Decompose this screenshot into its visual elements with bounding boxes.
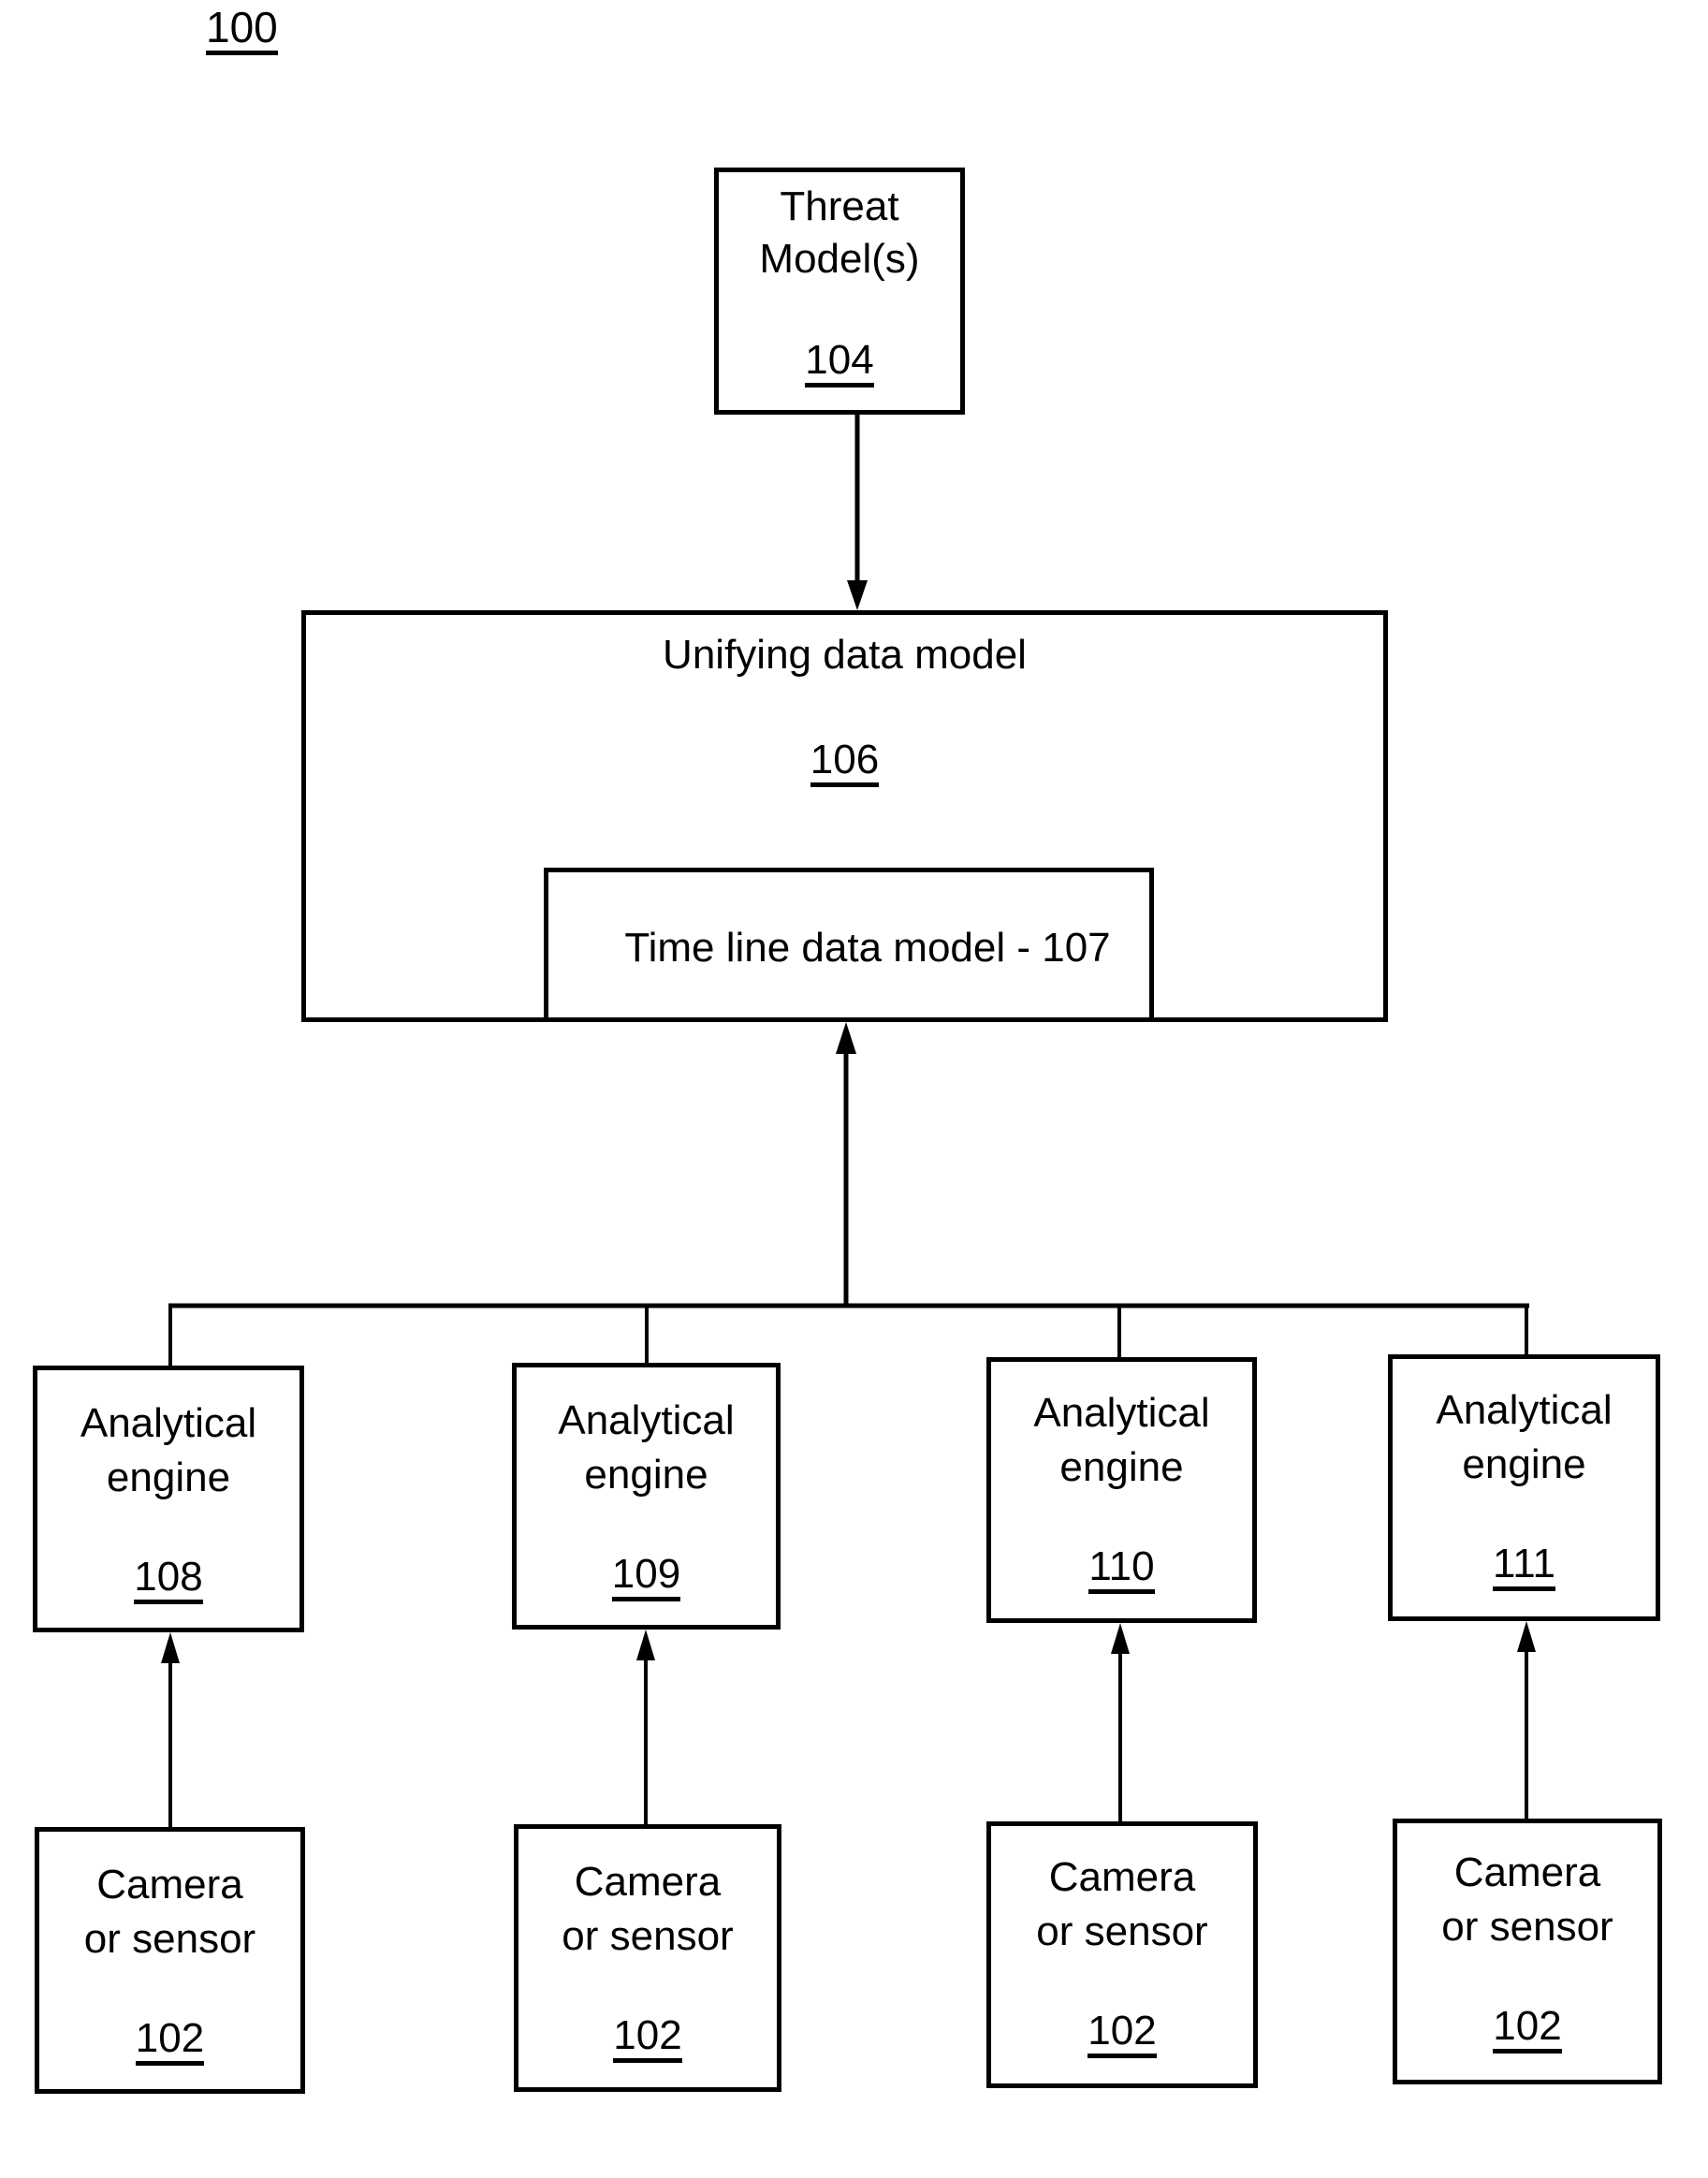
sensor-ref: 102 xyxy=(518,2012,777,2063)
engine-ref-number: 111 xyxy=(1493,1543,1555,1591)
threat-model-line1: Threat xyxy=(780,183,899,229)
arrowhead-104-to-106 xyxy=(847,580,868,610)
unifying-data-model-ref-number: 106 xyxy=(810,739,880,787)
analytical-engine-109: Analytical engine 109 xyxy=(512,1363,781,1630)
sensor-ref: 102 xyxy=(39,2015,300,2066)
arrowhead-bus-to-107 xyxy=(836,1022,856,1054)
sensor-line2: or sensor xyxy=(1441,1904,1613,1950)
arrowhead-102-to-109 xyxy=(636,1630,655,1660)
arrowhead-102-to-111 xyxy=(1517,1621,1536,1652)
arrowhead-102-to-110 xyxy=(1111,1623,1130,1654)
unifying-data-model-title: Unifying data model xyxy=(663,632,1027,678)
timeline-data-model-box: Time line data model - 107 xyxy=(544,868,1154,1022)
engine-line1: Analytical xyxy=(558,1397,735,1443)
threat-model-ref: 104 xyxy=(719,337,960,387)
sensor-line2: or sensor xyxy=(83,1916,256,1962)
unifying-data-model-ref: 106 xyxy=(306,737,1383,787)
engine-line2: engine xyxy=(106,1454,231,1500)
sensor-line1: Camera xyxy=(574,1859,722,1905)
analytical-engine-111: Analytical engine 111 xyxy=(1388,1354,1660,1621)
engine-line1: Analytical xyxy=(80,1400,257,1446)
timeline-data-model-title: Time line data model - 107 xyxy=(624,925,1111,971)
engine-ref: 108 xyxy=(37,1554,299,1604)
sensor-ref: 102 xyxy=(1397,2003,1657,2054)
sensor-line1: Camera xyxy=(1453,1849,1601,1895)
engine-ref: 110 xyxy=(991,1543,1252,1594)
engine-line2: engine xyxy=(1462,1441,1586,1487)
analytical-engine-110: Analytical engine 110 xyxy=(986,1357,1257,1623)
engine-ref-number: 110 xyxy=(1088,1546,1155,1594)
sensor-ref-number: 102 xyxy=(1088,2010,1157,2058)
sensor-ref-number: 102 xyxy=(135,2018,205,2066)
camera-sensor-2: Camera or sensor 102 xyxy=(514,1824,781,2092)
engine-ref-number: 109 xyxy=(611,1554,681,1601)
camera-sensor-4: Camera or sensor 102 xyxy=(1393,1819,1662,2084)
engine-ref: 111 xyxy=(1393,1541,1656,1591)
sensor-line2: or sensor xyxy=(562,1913,734,1959)
threat-model-ref-number: 104 xyxy=(805,340,874,387)
engine-line1: Analytical xyxy=(1436,1387,1613,1433)
engine-line1: Analytical xyxy=(1033,1390,1210,1436)
analytical-engine-108: Analytical engine 108 xyxy=(33,1366,304,1632)
sensor-line2: or sensor xyxy=(1036,1908,1208,1954)
engine-line2: engine xyxy=(584,1452,708,1498)
sensor-line1: Camera xyxy=(1048,1854,1196,1900)
sensor-ref-number: 102 xyxy=(1493,2006,1562,2054)
sensor-ref: 102 xyxy=(991,2008,1253,2058)
engine-ref: 109 xyxy=(517,1551,776,1601)
camera-sensor-1: Camera or sensor 102 xyxy=(35,1827,305,2094)
threat-model-line2: Model(s) xyxy=(759,236,920,282)
sensor-ref-number: 102 xyxy=(613,2015,682,2063)
sensor-line1: Camera xyxy=(96,1862,243,1908)
threat-model-box: Threat Model(s) 104 xyxy=(714,168,965,415)
engine-line2: engine xyxy=(1059,1444,1184,1490)
engine-ref-number: 108 xyxy=(134,1557,203,1604)
arrowhead-102-to-108 xyxy=(161,1632,180,1663)
camera-sensor-3: Camera or sensor 102 xyxy=(986,1821,1258,2088)
